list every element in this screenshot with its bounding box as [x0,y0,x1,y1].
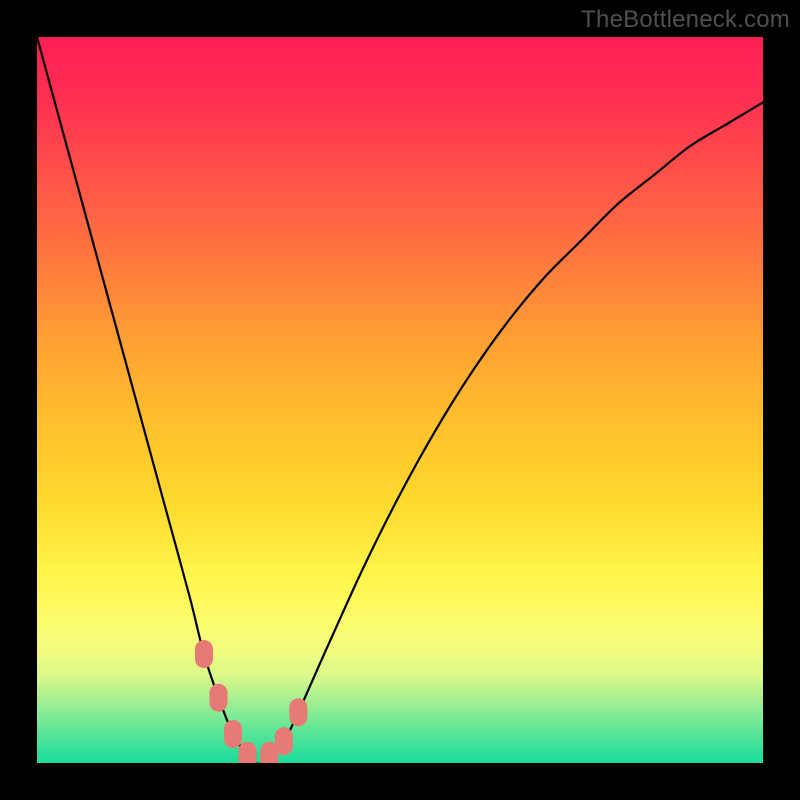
marker-7 [289,698,307,726]
marker-3 [224,720,242,748]
markers-group [195,640,307,763]
bottleneck-curve [37,37,763,763]
watermark-text: TheBottleneck.com [581,6,790,34]
chart-frame: TheBottleneck.com [0,0,800,800]
marker-6 [275,727,293,755]
curve-layer [37,37,763,763]
marker-2 [210,684,228,712]
marker-1 [195,640,213,668]
marker-4 [239,742,257,763]
plot-area [37,37,763,763]
